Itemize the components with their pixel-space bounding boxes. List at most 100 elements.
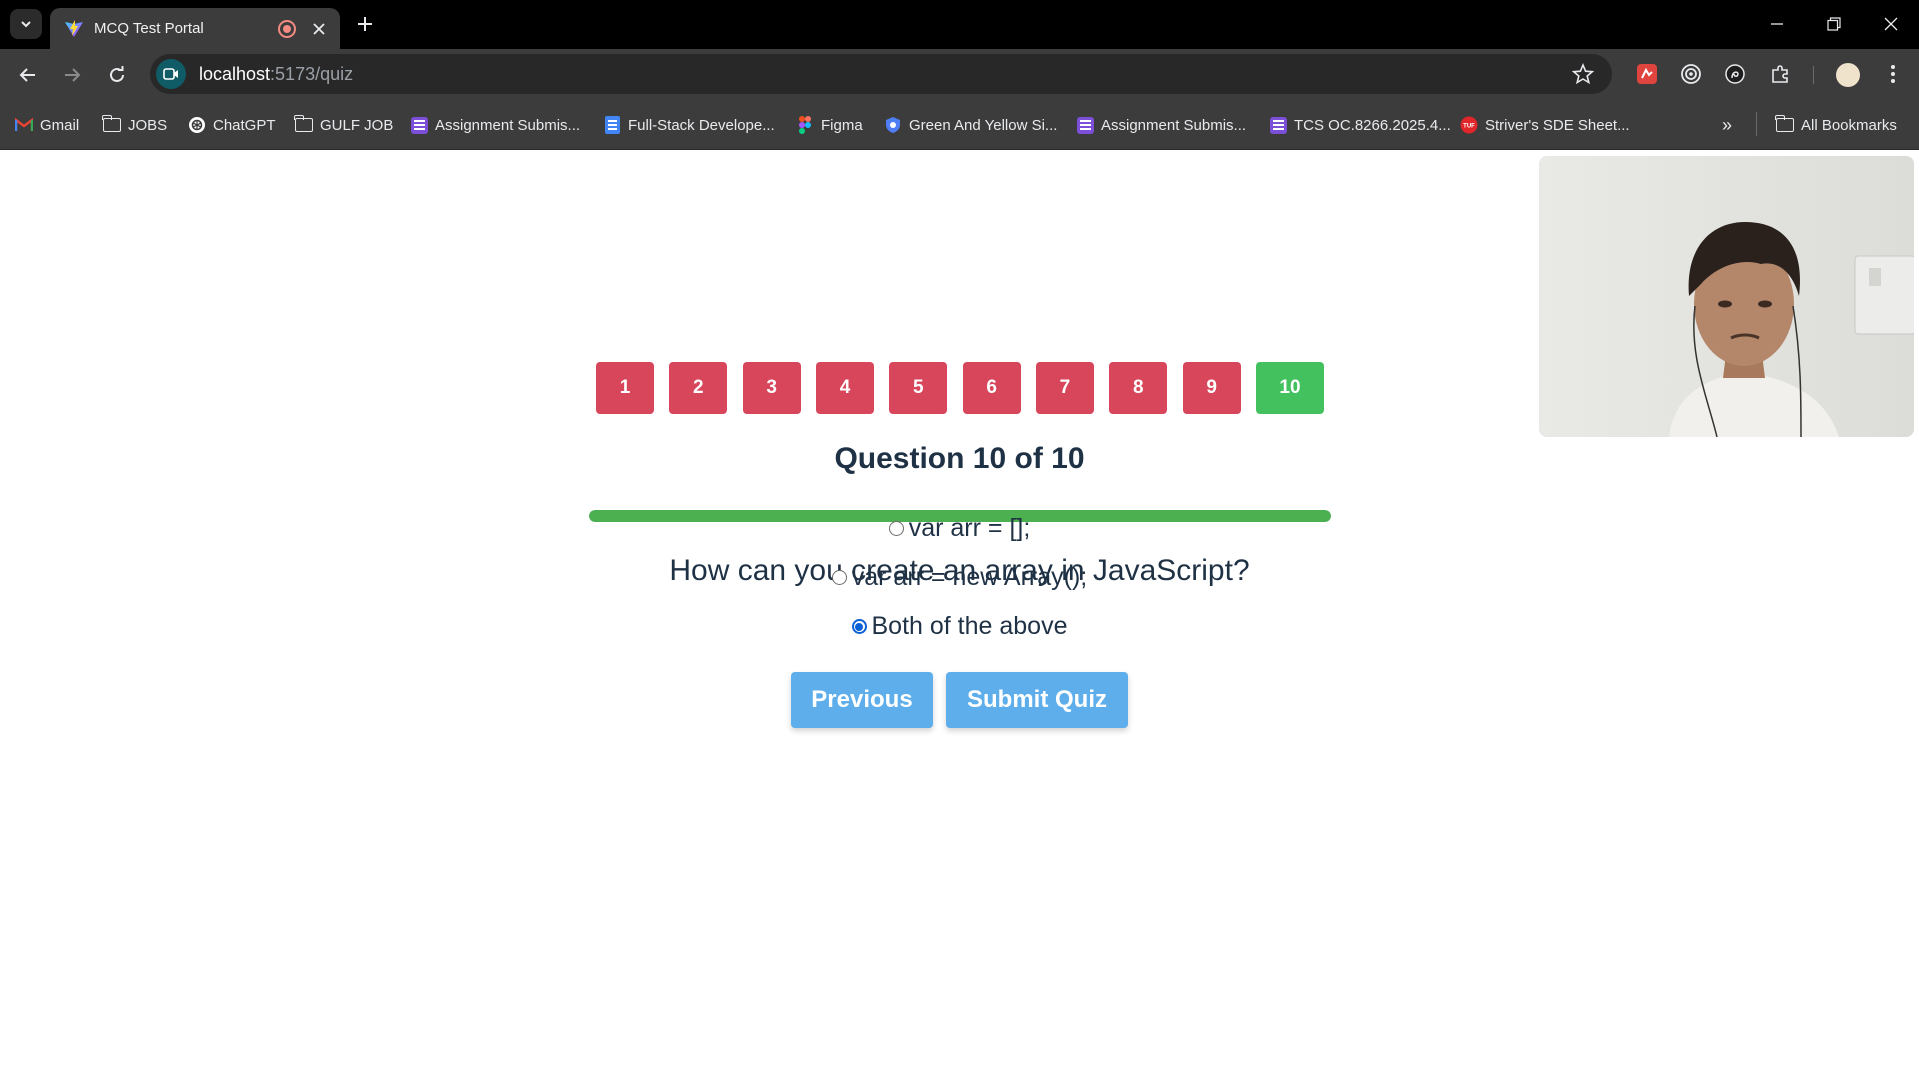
quiz-page: 1 2 3 4 5 6 7 8 9 10 Question 10 of 10 How can yo… (0, 150, 1919, 1078)
bookmark-gmail[interactable]: Gmail (15, 114, 79, 136)
svg-text:TUF: TUF (1463, 124, 1475, 130)
more-bookmarks-button[interactable]: » (1713, 113, 1741, 137)
option-radio[interactable] (831, 570, 847, 585)
bookmark-tcs[interactable]: TCS OC.8266.2025.4... (1269, 114, 1451, 136)
recording-indicator-icon (278, 19, 296, 38)
question-nav-button-3[interactable]: 3 (742, 362, 801, 414)
figma-icon (796, 116, 814, 134)
folder-icon (294, 115, 313, 134)
bookmark-gulf-job[interactable]: GULF JOB (294, 114, 393, 136)
browser-tab-active[interactable]: MCQ Test Portal (50, 8, 340, 49)
bookmark-label: JOBS (128, 116, 168, 134)
gmail-icon (15, 116, 33, 134)
option-1[interactable]: var arr = []; (888, 514, 1031, 543)
submit-quiz-button[interactable]: Submit Quiz (946, 672, 1128, 728)
bookmarks-bar: Gmail JOBS ChatGPT GULF JOB Assignment S… (0, 99, 1919, 150)
question-nav-button-6[interactable]: 6 (962, 362, 1021, 414)
bookmark-star-icon[interactable] (1572, 63, 1594, 85)
bookmark-label: Assignment Submis... (435, 116, 581, 134)
folder-icon (102, 115, 121, 134)
question-nav-button-5[interactable]: 5 (889, 362, 948, 414)
arrow-right-icon (65, 68, 81, 82)
close-window-button[interactable] (1876, 10, 1906, 38)
tab-title: MCQ Test Portal (94, 20, 204, 37)
restore-button[interactable] (1819, 10, 1849, 38)
bookmark-label: ChatGPT (213, 116, 276, 134)
bookmark-chatgpt[interactable]: ChatGPT (188, 114, 276, 136)
tuf-icon: TUF (1460, 116, 1478, 134)
arrow-left-icon (19, 68, 35, 82)
minimize-button[interactable] (1762, 10, 1792, 38)
previous-button[interactable]: Previous (791, 672, 933, 728)
browser-toolbar: localhost:5173/quiz (0, 49, 1919, 99)
close-tab-icon[interactable] (310, 20, 328, 38)
bookmark-figma[interactable]: Figma (796, 114, 863, 136)
restore-icon (1827, 17, 1841, 31)
bookmark-label: Assignment Submis... (1101, 116, 1247, 134)
webcam-preview (1539, 156, 1914, 437)
all-bookmarks-button[interactable]: All Bookmarks (1775, 114, 1897, 136)
new-tab-button[interactable] (352, 11, 378, 37)
extension-pin-icon[interactable] (1722, 61, 1748, 87)
question-navigator: 1 2 3 4 5 6 7 8 9 10 (596, 362, 1324, 414)
reload-button[interactable] (103, 61, 131, 89)
bookmark-label: Full-Stack Develope... (628, 116, 775, 134)
toolbar-separator (1813, 66, 1814, 84)
option-row: var arr = []; (0, 514, 1919, 543)
bookmark-assignment-2[interactable]: Assignment Submis... (1076, 114, 1246, 136)
address-bar[interactable]: localhost:5173/quiz (150, 54, 1612, 94)
browser-tab-strip: MCQ Test Portal (0, 0, 1919, 49)
all-bookmarks-label: All Bookmarks (1801, 116, 1897, 134)
bookmark-green-yellow[interactable]: Green And Yellow Si... (884, 114, 1057, 136)
question-counter-heading: Question 10 of 10 (834, 442, 1085, 475)
more-menu-icon[interactable] (1880, 61, 1906, 87)
chevron-down-icon (21, 21, 31, 28)
extension-red-icon[interactable] (1634, 61, 1660, 87)
form-icon (1269, 116, 1287, 134)
question-nav-button-4[interactable]: 4 (815, 362, 874, 414)
option-row: var arr = new Array(); (0, 563, 1919, 592)
vite-logo-icon (65, 19, 83, 37)
question-nav-button-1[interactable]: 1 (596, 362, 654, 414)
back-button[interactable] (14, 61, 42, 89)
profile-avatar[interactable] (1836, 63, 1860, 87)
option-label: var arr = []; (908, 514, 1031, 542)
question-nav-button-7[interactable]: 7 (1035, 362, 1094, 414)
reload-icon (110, 66, 124, 82)
option-3[interactable]: Both of the above (851, 612, 1068, 641)
question-nav-button-2[interactable]: 2 (669, 362, 728, 414)
bookmarks-separator (1756, 112, 1757, 136)
extension-target-icon[interactable] (1678, 61, 1704, 87)
bookmark-label: TCS OC.8266.2025.4... (1294, 116, 1451, 134)
bookmark-label: Striver's SDE Sheet... (1485, 116, 1630, 134)
webcam-person-image (1539, 156, 1914, 437)
question-nav-button-9[interactable]: 9 (1182, 362, 1241, 414)
doc-icon (603, 116, 621, 134)
url-text[interactable]: localhost:5173/quiz (199, 64, 353, 85)
bookmark-jobs[interactable]: JOBS (102, 114, 168, 136)
url-path: :5173/quiz (270, 63, 354, 84)
question-nav-button-10[interactable]: 10 (1255, 362, 1324, 414)
option-label: Both of the above (871, 612, 1068, 640)
question-nav-button-8[interactable]: 8 (1109, 362, 1168, 414)
shield-icon (884, 116, 902, 134)
camera-permission-icon[interactable] (156, 59, 186, 89)
chatgpt-icon (188, 116, 206, 134)
extensions-puzzle-icon[interactable] (1768, 61, 1794, 87)
bookmark-label: Green And Yellow Si... (909, 116, 1058, 134)
option-radio[interactable] (888, 521, 904, 536)
folder-icon (1775, 115, 1794, 134)
forward-button[interactable] (58, 61, 86, 89)
form-icon (410, 116, 428, 134)
option-radio[interactable] (851, 619, 867, 634)
bookmark-label: Figma (821, 116, 863, 134)
minimize-icon (1771, 23, 1783, 25)
bookmark-assignment-1[interactable]: Assignment Submis... (410, 114, 580, 136)
tab-search-button[interactable] (10, 9, 42, 39)
option-row: Both of the above (0, 612, 1919, 641)
bookmark-striver[interactable]: TUF Striver's SDE Sheet... (1460, 114, 1630, 136)
bookmark-fullstack[interactable]: Full-Stack Develope... (603, 114, 775, 136)
form-icon (1076, 116, 1094, 134)
quiz-actions: Previous Submit Quiz (0, 672, 1919, 728)
option-2[interactable]: var arr = new Array(); (831, 563, 1087, 592)
